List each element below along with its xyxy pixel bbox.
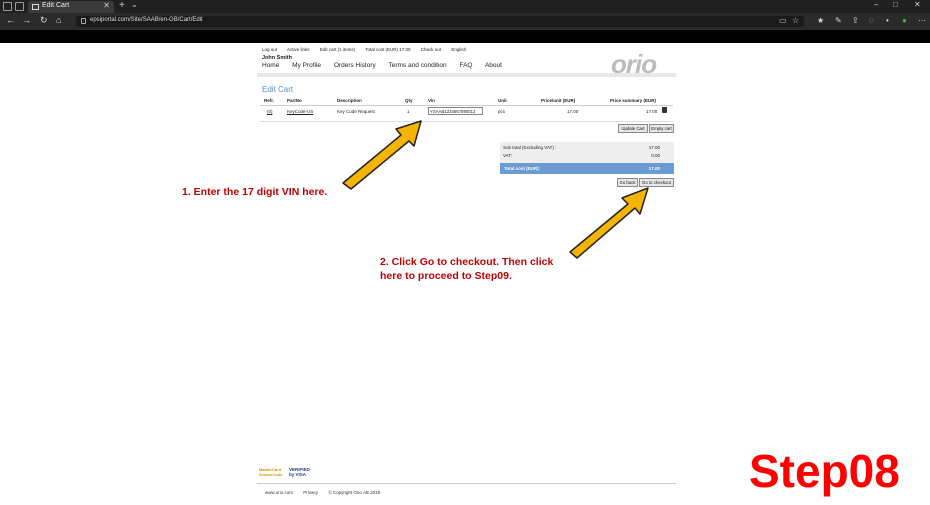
- row-ref[interactable]: (0): [267, 109, 273, 114]
- nav-about[interactable]: About: [485, 62, 502, 69]
- subtotal-label: Sub total (Excluding VAT) :: [503, 145, 557, 150]
- subtotal-value: 17.00: [648, 145, 660, 150]
- trash-icon[interactable]: [662, 107, 667, 113]
- row-partno[interactable]: KeyCode-US: [287, 109, 313, 114]
- header-vin: Vin: [428, 98, 435, 103]
- favorite-star-icon[interactable]: ☆: [792, 16, 799, 25]
- tabs-aside-icon[interactable]: [15, 2, 24, 11]
- home-icon[interactable]: ⌂: [56, 15, 61, 25]
- notification-icon[interactable]: •: [886, 16, 889, 25]
- nav-orders-history[interactable]: Orders History: [334, 62, 376, 69]
- vat-value: 0.00: [651, 153, 660, 158]
- main-nav: Home My Profile Orders History Terms and…: [262, 62, 513, 69]
- row-price-summary: 17.00: [646, 109, 658, 114]
- update-cart-button[interactable]: Update Cart: [618, 124, 648, 133]
- verified-by-visa-logo: VERIFIED by VISA: [289, 467, 310, 477]
- instruction-step2-line2: here to proceed to Step09.: [380, 270, 512, 282]
- extension-icon[interactable]: ◌: [869, 16, 874, 25]
- edit-cart-link[interactable]: Edit cart (1 items): [320, 47, 355, 52]
- profile-check-icon[interactable]: ●: [902, 16, 907, 25]
- share-icon[interactable]: ⇪: [852, 16, 859, 25]
- total-cost-text: Total cost (EUR) 17.00: [365, 47, 411, 52]
- row-description: Key Code Request: [337, 109, 375, 114]
- vin-input[interactable]: YSAAB1234567890012: [428, 107, 483, 115]
- empty-cart-button[interactable]: Empty cart: [649, 124, 674, 133]
- step-label: Step08: [749, 445, 900, 497]
- header-price-summary: Price summary (EUR): [610, 98, 657, 103]
- row-price-unit: 17.00: [567, 109, 579, 114]
- mastercard-securecode-logo: MasterCard SecureCode: [259, 467, 283, 477]
- header-ref: Refr.: [264, 98, 275, 103]
- instruction-step2-line1: 2. Click Go to checkout. Then click: [380, 256, 554, 268]
- browser-tab[interactable]: Edit Cart ✕: [28, 1, 114, 13]
- minimize-icon[interactable]: –: [874, 0, 878, 9]
- header-unit: Unit: [498, 98, 507, 103]
- nav-divider: [257, 73, 676, 77]
- total-cost-bar: Total cost (EUR): 17.00: [500, 163, 674, 174]
- nav-home[interactable]: Home: [262, 62, 279, 69]
- pen-icon[interactable]: ✎: [835, 16, 842, 25]
- page-favicon-icon: [32, 4, 39, 10]
- user-name: John Smith: [262, 55, 292, 61]
- row-qty: 1: [407, 109, 410, 114]
- browser-toolbar: ← → ↻ ⌂ epsiportal.com/Site/SAAB/en-GB/C…: [0, 13, 930, 30]
- nav-faq[interactable]: FAQ: [459, 62, 472, 69]
- close-window-icon[interactable]: ✕: [914, 0, 921, 9]
- browser-tab-bar: Edit Cart ✕ + ⌄ – □ ✕: [0, 0, 930, 13]
- footer-copyright: © Copyright Orio AB 2019: [328, 490, 381, 495]
- footer-privacy-link[interactable]: Privacy: [303, 490, 318, 495]
- screenshot-root: Edit Cart ✕ + ⌄ – □ ✕ ← → ↻ ⌂ epsiportal…: [0, 0, 930, 505]
- header-price-unit: Price/unit (EUR): [541, 98, 576, 103]
- footer-website-link[interactable]: www.orio.com: [265, 490, 293, 495]
- nav-terms[interactable]: Terms and condition: [388, 62, 446, 69]
- language-select[interactable]: English: [451, 47, 466, 52]
- go-back-button[interactable]: Go back: [617, 178, 638, 187]
- active-links-link[interactable]: Active links: [287, 47, 310, 52]
- page-title: Edit Cart: [262, 85, 294, 94]
- tab-list-chevron-icon[interactable]: ⌄: [131, 0, 138, 9]
- reader-view-icon[interactable]: ▭: [779, 16, 787, 25]
- logout-link[interactable]: Log out: [262, 47, 277, 52]
- checkout-link[interactable]: Check out: [421, 47, 441, 52]
- refresh-icon[interactable]: ↻: [40, 15, 48, 26]
- browser-chrome-strip: [0, 30, 930, 43]
- forward-icon[interactable]: →: [22, 15, 31, 25]
- back-icon[interactable]: ←: [6, 15, 15, 25]
- instruction-step1: 1. Enter the 17 digit VIN here.: [182, 186, 328, 198]
- new-tab-icon[interactable]: +: [119, 0, 125, 11]
- header-partno: PartNo: [287, 98, 302, 103]
- window-menu-icon[interactable]: [3, 2, 12, 11]
- header-divider: [260, 105, 673, 106]
- header-qty: Qty: [405, 98, 413, 103]
- total-value: 17.00: [648, 166, 660, 171]
- address-bar[interactable]: epsiportal.com/Site/SAAB/en-GB/Cart/Edit: [76, 16, 804, 27]
- row-unit: pcs: [498, 109, 506, 114]
- lock-icon: [81, 18, 86, 24]
- favorites-icon[interactable]: ★: [817, 16, 824, 25]
- total-label: Total cost (EUR):: [504, 166, 541, 171]
- url-text: epsiportal.com/Site/SAAB/en-GB/Cart/Edit: [90, 17, 203, 23]
- close-tab-icon[interactable]: ✕: [103, 1, 110, 10]
- go-to-checkout-button[interactable]: Go to checkout: [639, 178, 674, 187]
- row-divider: [260, 121, 673, 122]
- maximize-icon[interactable]: □: [893, 0, 898, 9]
- more-menu-icon[interactable]: ⋯: [918, 16, 926, 25]
- nav-my-profile[interactable]: My Profile: [292, 62, 321, 69]
- vat-label: VAT:: [503, 153, 512, 158]
- tab-title: Edit Cart: [42, 2, 70, 9]
- top-links: Log out Active links Edit cart (1 items)…: [262, 47, 475, 52]
- footer-divider: [257, 483, 676, 484]
- table-row: (0) KeyCode-US Key Code Request 1 YSAAB1…: [260, 107, 673, 120]
- footer: www.orio.com Privacy © Copyright Orio AB…: [265, 490, 389, 495]
- header-description: Description: [337, 98, 362, 103]
